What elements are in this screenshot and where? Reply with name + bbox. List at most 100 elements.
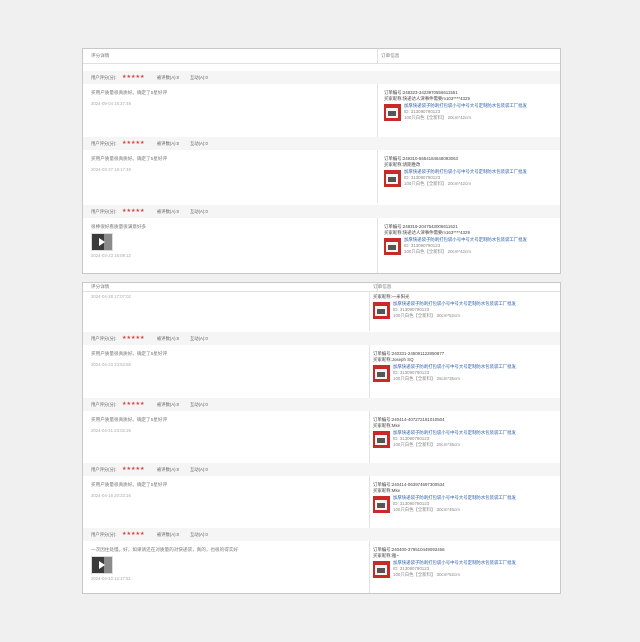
product-thumbnail[interactable] — [373, 302, 390, 319]
rating-bar: 用户评分(分): ★★★★★ 被评数(A):0 互动(A):0 — [83, 332, 560, 345]
product-thumbnail[interactable] — [384, 238, 401, 255]
review-date: 2024-09-04 16:27:49 — [91, 101, 131, 106]
rating-bar: 用户评分(分): ★★★★★ 被评数(A):0 互动(A):0 — [83, 71, 560, 84]
review-date: 2024-04-16 20:33:16 — [91, 493, 131, 498]
buyer-nickname: 买家昵称:雅~ — [373, 553, 399, 558]
review-row: 用户评分(分): ★★★★★ 被评数(A):0 互动(A):0 买用户质量很真质… — [83, 137, 560, 203]
column-divider — [369, 541, 370, 593]
star-rating-icon: ★★★★★ — [122, 402, 145, 407]
useful-count[interactable]: 被评数(A):0 — [157, 137, 179, 150]
play-icon — [99, 561, 105, 569]
product-thumbnail[interactable] — [384, 170, 401, 187]
score-label: 用户评分(分): — [91, 209, 117, 214]
score-label: 用户评分(分): — [91, 467, 117, 472]
product-item[interactable]: 加厚快递袋子防刺打包袋小号中号大号定制防水包装袋工厂批发 ID: 3130907… — [373, 560, 545, 582]
review-row: 用户评分(分): ★★★★★ 被评数(A):0 互动(A):0 买用户质量很真质… — [83, 71, 560, 137]
column-divider — [377, 150, 378, 203]
score-label: 用户评分(分): — [91, 336, 117, 341]
product-spec: 100只白色【全新料】 30cm*45cm — [393, 507, 460, 512]
review-comment: 买用户质量很真质好。确定了5星好评 — [91, 351, 168, 356]
score-label: 用户评分(分): — [91, 75, 117, 80]
review-video-thumbnail[interactable] — [91, 233, 113, 251]
rating-bar: 用户评分(分): ★★★★★ 被评数(A):0 互动(A):0 — [83, 205, 560, 218]
review-comment: 买用户质量很真质好。确定了5星好评 — [91, 417, 168, 422]
star-rating-icon: ★★★★★ — [122, 467, 145, 472]
product-thumbnail[interactable] — [373, 431, 390, 448]
useful-count[interactable]: 被评数(A):0 — [157, 332, 179, 345]
interaction-count[interactable]: 互动(A):0 — [190, 205, 208, 218]
comment-column-header: 评分详情 — [91, 53, 110, 58]
product-item[interactable]: 加厚快递袋子防刺打包袋小号中号大号定制防水包装袋工厂批发 ID: 3130907… — [384, 103, 556, 125]
column-divider — [369, 476, 370, 529]
score-label: 用户评分(分): — [91, 141, 117, 146]
comment-column-header: 评分详情 — [91, 284, 110, 289]
product-spec: 100只白色【全新料】 20cm*42cm — [404, 249, 471, 254]
interaction-count[interactable]: 互动(A):0 — [190, 528, 208, 541]
review-row: 用户评分(分): ★★★★★ 被评数(A):0 互动(A):0 一次因住处慢。好… — [83, 528, 560, 593]
review-date: 2024-04-28 17:07:02 — [91, 294, 131, 299]
product-item[interactable]: 加厚快递袋子防刺打包袋小号中号大号定制防水包装袋工厂批发 ID: 3130907… — [373, 495, 545, 517]
product-item[interactable]: 加厚快递袋子防刺打包袋小号中号大号定制防水包装袋工厂批发 ID: 3130907… — [384, 169, 556, 191]
play-icon — [99, 238, 105, 246]
review-row: 用户评分(分): ★★★★★ 被评数(A):0 互动(A):0 买用户质量很真质… — [83, 463, 560, 529]
interaction-count[interactable]: 互动(A):0 — [190, 463, 208, 476]
rating-bar: 用户评分(分): ★★★★★ 被评数(A):0 互动(A):0 — [83, 528, 560, 541]
header-divider — [377, 49, 378, 63]
interaction-count[interactable]: 互动(A):0 — [190, 398, 208, 411]
review-comment: 买用户质量很真质好。确定了5星好评 — [91, 90, 168, 95]
rating-bar: 用户评分(分): ★★★★★ 被评数(A):0 互动(A):0 — [83, 398, 560, 411]
star-rating-icon: ★★★★★ — [122, 75, 145, 80]
order-column-header: 订单信息 — [373, 284, 392, 289]
product-spec: 100只白色【全新料】 30cm*52cm — [393, 313, 460, 318]
review-row: 用户评分(分): ★★★★★ 被评数(A):0 互动(A):0 买用户质量很真质… — [83, 398, 560, 464]
column-divider — [377, 218, 378, 273]
star-rating-icon: ★★★★★ — [122, 336, 145, 341]
product-item[interactable]: 加厚快递袋子防刺打包袋小号中号大号定制防水包装袋工厂批发 ID: 3130907… — [373, 364, 545, 386]
order-column-header: 订单信息 — [381, 53, 400, 58]
product-thumbnail[interactable] — [373, 561, 390, 578]
product-spec: 100只白色【全新料】 20cm*42cm — [404, 115, 471, 120]
review-comment: 买用户质量很真质好。确定了5星好评 — [91, 156, 168, 161]
product-thumbnail[interactable] — [384, 104, 401, 121]
buyer-nickname: 买家昵称:Mke — [373, 423, 401, 428]
product-spec: 100只白色【全新料】 25cm*35cm — [393, 376, 460, 381]
buyer-nickname: 买家昵称:快递达人津事件需要m163****4329 — [384, 230, 470, 235]
interaction-count[interactable]: 互动(A):0 — [190, 332, 208, 345]
star-rating-icon: ★★★★★ — [122, 209, 145, 214]
product-thumbnail[interactable] — [373, 496, 390, 513]
rating-bar: 用户评分(分): ★★★★★ 被评数(A):0 互动(A):0 — [83, 463, 560, 476]
score-label: 用户评分(分): — [91, 402, 117, 407]
column-divider — [369, 291, 370, 331]
useful-count[interactable]: 被评数(A):0 — [157, 398, 179, 411]
useful-count[interactable]: 被评数(A):0 — [157, 71, 179, 84]
review-video-thumbnail[interactable] — [91, 556, 113, 574]
buyer-nickname: 买家昵称:Joseph SQ — [373, 357, 414, 362]
review-comment: 买用户质量很真质好。确定了5星好评 — [91, 482, 168, 487]
review-comment: 一次因住处慢。好，如果请还在对质量的对快递袋，真的，也很的得实好 — [91, 547, 239, 552]
product-spec: 100只白色【全新料】 30cm*52cm — [393, 572, 460, 577]
column-divider — [369, 345, 370, 398]
interaction-count[interactable]: 互动(A):0 — [190, 137, 208, 150]
review-date: 2024-04-23 23:53:58 — [91, 362, 131, 367]
star-rating-icon: ★★★★★ — [122, 532, 145, 537]
useful-count[interactable]: 被评数(A):0 — [157, 205, 179, 218]
review-row: 用户评分(分): ★★★★★ 被评数(A):0 互动(A):0 买用户质量很真质… — [83, 332, 560, 398]
product-item[interactable]: 加厚快递袋子防刺打包袋小号中号大号定制防水包装袋工厂批发 ID: 3130907… — [373, 301, 545, 323]
useful-count[interactable]: 被评数(A):0 — [157, 463, 179, 476]
star-rating-icon: ★★★★★ — [122, 141, 145, 146]
reviews-panel-2: 评分详情 订单信息 2024-04-28 17:07:02 买家昵称:一米阳光 … — [82, 282, 561, 594]
buyer-nickname: 买家昵称:Mke — [373, 488, 401, 493]
interaction-count[interactable]: 互动(A):0 — [190, 71, 208, 84]
review-date: 2024-04-10 12:17:51 — [91, 576, 131, 581]
product-item[interactable]: 加厚快递袋子防刺打包袋小号中号大号定制防水包装袋工厂批发 ID: 3130907… — [373, 430, 545, 452]
buyer-nickname: 买家昵称:一米阳光 — [373, 294, 410, 299]
product-item[interactable]: 加厚快递袋子防刺打包袋小号中号大号定制防水包装袋工厂批发 ID: 3130907… — [384, 237, 556, 259]
reviews-panel-1: 评分详情 订单信息 用户评分(分): ★★★★★ 被评数(A):0 互动(A):… — [82, 48, 561, 274]
rating-bar: 用户评分(分): ★★★★★ 被评数(A):0 互动(A):0 — [83, 137, 560, 150]
useful-count[interactable]: 被评数(A):0 — [157, 528, 179, 541]
review-date: 2024-03-27 16:17:49 — [91, 167, 131, 172]
review-date: 2024-04-21 23:02:26 — [91, 428, 131, 433]
column-divider — [377, 84, 378, 137]
product-thumbnail[interactable] — [373, 365, 390, 382]
score-label: 用户评分(分): — [91, 532, 117, 537]
